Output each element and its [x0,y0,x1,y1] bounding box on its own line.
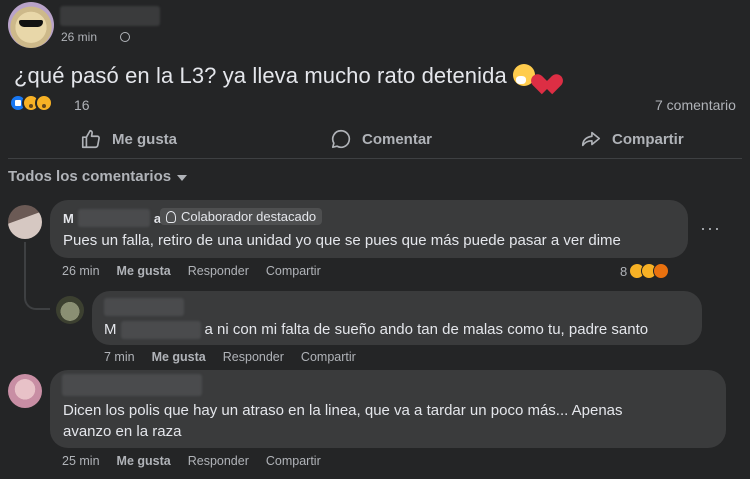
reply-time[interactable]: 7 min [104,350,135,364]
comment-reaction-count: 8 [620,263,628,279]
comment-reply-link[interactable]: Responder [188,454,249,468]
reply-text: a ni con mi falta de sueño ando tan de m… [204,321,649,338]
comment-author-redacted [77,209,150,227]
like-button[interactable]: Me gusta [80,128,177,150]
reply-mention-initial[interactable]: M [104,321,117,338]
reaction-count[interactable]: 16 [74,97,90,113]
comment-like-link[interactable]: Me gusta [117,264,171,278]
badge-icon [166,210,176,223]
comment-like-link[interactable]: Me gusta [117,454,171,468]
comment-reactions[interactable]: 8 [620,263,670,279]
reply-mention-redacted[interactable] [120,320,201,339]
globe-icon [120,32,130,42]
comment-bubble: M a Colaborador destacado Pues un falla,… [50,200,688,258]
badge-label: Colaborador destacado [181,209,317,224]
share-button[interactable]: Compartir [580,128,684,150]
comment-sort-dropdown[interactable]: Todos los comentarios [8,168,188,185]
share-arrow-icon [581,131,601,147]
comment-avatar[interactable] [8,205,42,239]
comment-time[interactable]: 25 min [62,454,100,468]
reply-share-link[interactable]: Compartir [301,350,356,364]
post-text-content: ¿qué pasó en la L3? ya lleva mucho rato … [14,63,507,88]
post-author-name-redacted[interactable] [60,6,160,26]
reply-like-link[interactable]: Me gusta [152,350,206,364]
reply-avatar[interactable] [56,296,84,324]
comment-avatar[interactable] [8,374,42,408]
comment-text: Dicen los polis que hay un atraso en la … [63,402,623,440]
comment-button[interactable]: Comentar [330,128,432,150]
more-dots-icon[interactable]: ··· [700,218,721,239]
angry-reaction-icon [653,263,670,279]
thumbs-up-icon [81,129,100,149]
reply-reply-link[interactable]: Responder [223,350,284,364]
like-button-label: Me gusta [112,130,178,148]
comment-button-label: Comentar [362,130,433,148]
comment-text: Pues un falla, retiro de una unidad yo q… [63,232,621,249]
reply-meta: 7 min Me gusta Responder Compartir [104,350,356,364]
comment-sort-label: Todos los comentarios [8,168,172,185]
broken-heart-emoji-icon [535,64,559,86]
reply-author-redacted[interactable] [104,298,184,316]
comment-count[interactable]: 7 comentario [655,97,736,113]
reply-thread-line [24,242,50,310]
top-contributor-badge[interactable]: Colaborador destacado [160,208,323,225]
comment-meta: 26 min Me gusta Responder Compartir [62,264,321,278]
comment-bubble: Dicen los polis que hay un atraso en la … [50,370,726,448]
post-text: ¿qué pasó en la L3? ya lleva mucho rato … [14,63,559,89]
comment-share-link[interactable]: Compartir [266,264,321,278]
comment-author-initial: M [63,210,74,226]
reply-bubble: M a ni con mi falta de sueño ando tan de… [92,291,702,345]
comment-author-redacted[interactable] [62,374,202,396]
comment-author[interactable]: M a [63,209,161,227]
reply-text-row: M a ni con mi falta de sueño ando tan de… [104,319,648,340]
post-timestamp[interactable]: 26 min [61,30,97,44]
caret-down-icon [177,174,188,181]
speech-bubble-icon [331,129,351,149]
wow-reaction-icon [35,94,53,112]
comment-share-link[interactable]: Compartir [266,454,321,468]
comment-reply-link[interactable]: Responder [188,264,249,278]
divider [8,158,742,159]
post-author-avatar[interactable] [8,2,54,48]
comment-time[interactable]: 26 min [62,264,100,278]
comment-meta: 25 min Me gusta Responder Compartir [62,454,321,468]
share-button-label: Compartir [612,130,684,148]
